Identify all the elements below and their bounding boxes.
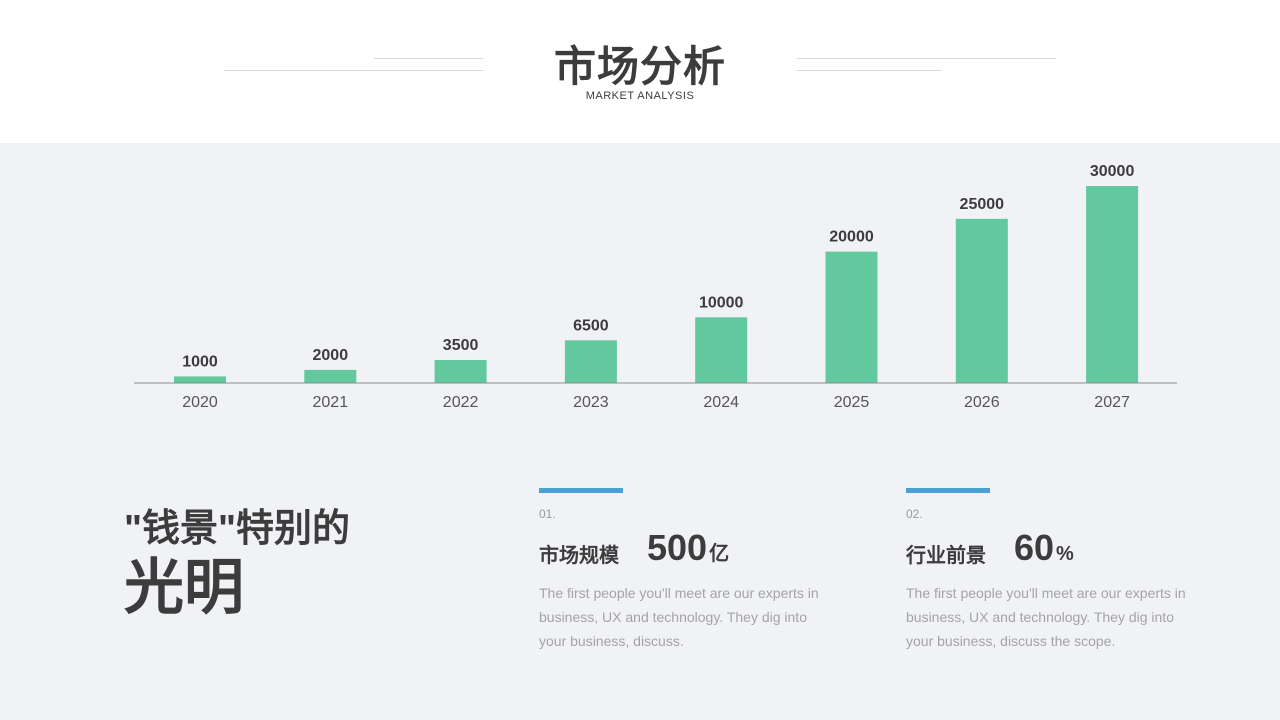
accent-bar bbox=[906, 488, 990, 493]
bar-value-label: 25000 bbox=[960, 196, 1005, 213]
stat-index: 02. bbox=[906, 507, 923, 521]
stat-industry-outlook: 02. 行业前景 60% The first people you'll mee… bbox=[906, 488, 1186, 653]
stat-value-number: 60 bbox=[1014, 527, 1055, 568]
x-tick-label: 2024 bbox=[703, 394, 739, 411]
bar-value-label: 2000 bbox=[313, 347, 349, 364]
x-tick-label: 2023 bbox=[573, 394, 609, 411]
stat-value-number: 500 bbox=[647, 527, 708, 568]
stat-market-size: 01. 市场规模 500 亿 The first people you'll me… bbox=[539, 488, 819, 653]
bar-value-label: 30000 bbox=[1090, 163, 1135, 180]
bar-value-label: 3500 bbox=[443, 337, 479, 354]
stat-value: 60% bbox=[1014, 527, 1074, 569]
bar-2027 bbox=[1086, 186, 1139, 383]
headline-line2: 光明 bbox=[124, 554, 244, 621]
content-area: 1000 2020 2000 2021 3500 2022 6500 2023 10000 202… bbox=[0, 143, 1280, 720]
x-tick-label: 2025 bbox=[834, 394, 870, 411]
accent-bar bbox=[539, 488, 623, 493]
bar-2026 bbox=[955, 218, 1008, 383]
bar-2023 bbox=[564, 340, 617, 383]
x-tick-label: 2027 bbox=[1094, 394, 1130, 411]
bar-2020 bbox=[174, 376, 226, 383]
stat-index: 01. bbox=[539, 507, 556, 521]
bar-value-label: 1000 bbox=[182, 353, 218, 370]
bar-value-label: 10000 bbox=[699, 294, 744, 311]
header: 市场分析 MARKET ANALYSIS bbox=[0, 0, 1280, 143]
page-subtitle: MARKET ANALYSIS bbox=[585, 90, 695, 102]
stat-description: The first people you'll meet are our exp… bbox=[539, 585, 819, 649]
bar-2021 bbox=[304, 369, 357, 383]
stat-value: 500 亿 bbox=[647, 527, 729, 569]
x-tick-label: 2026 bbox=[964, 394, 1000, 411]
bar-2025 bbox=[825, 251, 878, 383]
x-tick-label: 2022 bbox=[443, 394, 479, 411]
bar-2022 bbox=[434, 360, 487, 383]
page-title: 市场分析 bbox=[553, 43, 726, 90]
bar-2024 bbox=[695, 317, 748, 383]
bar-value-label: 6500 bbox=[573, 317, 609, 334]
stat-label: 市场规模 bbox=[539, 545, 619, 567]
stat-description: The first people you'll meet are our exp… bbox=[906, 585, 1186, 649]
stat-label: 行业前景 bbox=[906, 545, 986, 567]
bar-chart: 1000 2020 2000 2021 3500 2022 6500 2023 10000 202… bbox=[134, 163, 1177, 411]
stat-unit: 亿 bbox=[709, 543, 730, 565]
x-tick-label: 2021 bbox=[313, 394, 349, 411]
x-tick-label: 2020 bbox=[182, 394, 218, 411]
bar-value-label: 20000 bbox=[829, 229, 874, 246]
stat-unit: % bbox=[1056, 543, 1074, 565]
